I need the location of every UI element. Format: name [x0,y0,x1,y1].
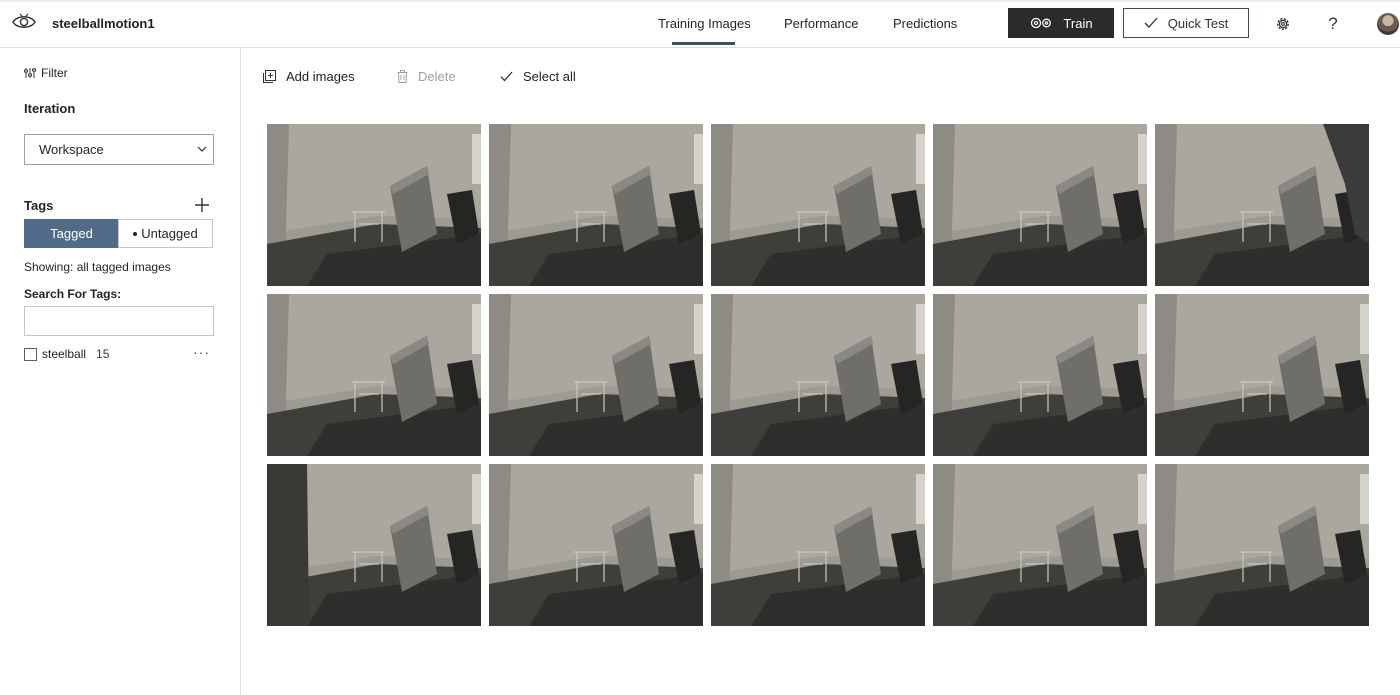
training-image-thumbnail[interactable] [267,294,481,456]
training-image-thumbnail[interactable] [489,294,703,456]
more-options-icon[interactable]: ··· [193,344,210,360]
training-image-thumbnail[interactable] [1155,294,1369,456]
active-tab-indicator [672,42,735,45]
iteration-dropdown[interactable]: Workspace [24,134,214,165]
training-image-thumbnail[interactable] [933,294,1147,456]
tag-checkbox[interactable] [24,347,37,361]
chevron-down-icon [197,146,207,152]
add-tag-plus-icon[interactable] [194,197,210,213]
training-image-thumbnail[interactable] [711,294,925,456]
delete-label: Delete [418,69,456,84]
tag-count: 15 [96,347,110,361]
iteration-heading: Iteration [24,101,76,116]
add-images-label: Add images [286,69,355,84]
gears-icon [1031,17,1052,29]
search-tags-heading: Search For Tags: [24,287,122,301]
train-button[interactable]: Train [1008,8,1114,38]
train-label: Train [1063,15,1093,31]
filter-sliders-icon [24,68,36,78]
training-image-thumbnail[interactable] [1155,464,1369,626]
tagged-toggle[interactable]: Tagged [24,219,119,248]
quick-test-button[interactable]: Quick Test [1123,8,1249,38]
training-image-thumbnail[interactable] [267,124,481,286]
tag-name: steelball [42,347,87,361]
untagged-label: Untagged [141,226,198,241]
checkmark-icon [1144,17,1158,28]
training-image-thumbnail[interactable] [933,464,1147,626]
top-bar: steelballmotion1 Training Images Perform… [0,0,1400,48]
tags-heading: Tags [24,198,54,213]
showing-filter-text: Showing: all tagged images [24,260,171,274]
training-image-thumbnail[interactable] [711,124,925,286]
eye-icon[interactable] [11,11,37,33]
checkmark-icon [500,71,513,82]
filter-label: Filter [41,66,68,80]
tab-predictions[interactable]: Predictions [893,16,957,31]
tag-list-item: steelball 15 ··· [24,344,214,362]
training-image-thumbnail[interactable] [933,124,1147,286]
select-all-button[interactable]: Select all [500,69,576,84]
tab-performance[interactable]: Performance [784,16,858,31]
avatar[interactable] [1377,13,1399,35]
search-tags-input[interactable] [24,306,214,336]
bullet-dot-icon [133,231,138,236]
training-image-thumbnail[interactable] [267,464,481,626]
filter-button[interactable]: Filter [24,66,68,80]
select-all-label: Select all [523,69,576,84]
settings-gear-icon[interactable] [1273,14,1293,34]
project-name: steelballmotion1 [52,16,155,31]
image-grid [267,124,1369,626]
training-image-thumbnail[interactable] [489,464,703,626]
help-icon[interactable]: ? [1323,14,1343,34]
add-image-icon [263,70,276,83]
add-images-button[interactable]: Add images [263,69,355,84]
untagged-toggle[interactable]: Untagged [118,219,213,248]
training-image-thumbnail[interactable] [489,124,703,286]
iteration-value: Workspace [39,142,104,157]
training-image-thumbnail[interactable] [711,464,925,626]
quick-test-label: Quick Test [1167,15,1229,31]
training-image-thumbnail[interactable] [1155,124,1369,286]
trash-icon [397,70,408,83]
delete-button[interactable]: Delete [397,69,456,84]
tab-training-images[interactable]: Training Images [658,16,751,31]
sidebar: Filter Iteration Workspace Tags Tagged U… [0,48,241,695]
